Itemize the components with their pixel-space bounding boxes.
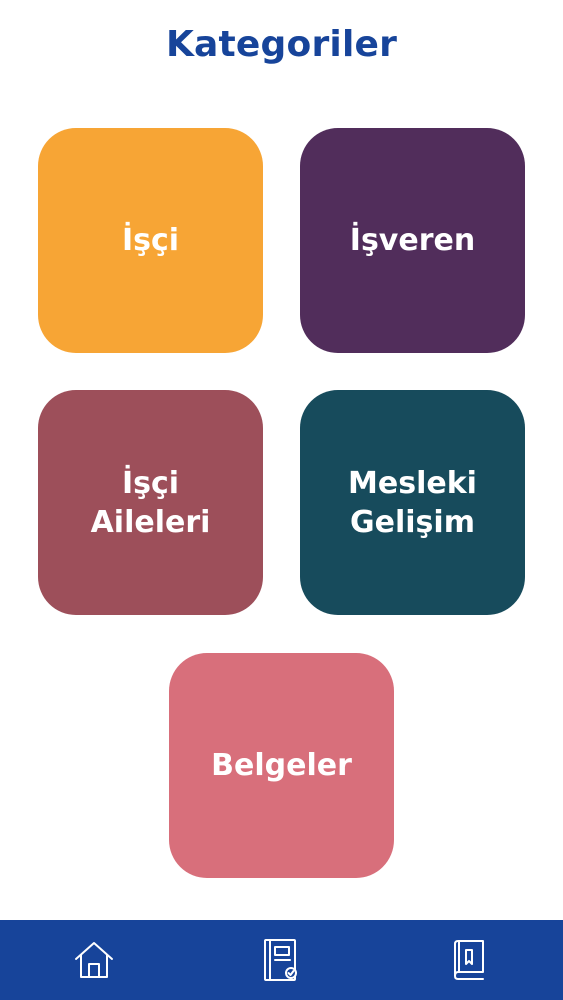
category-label-line1: İşçi — [121, 465, 180, 501]
category-label: İşçi Aileleri — [91, 464, 211, 542]
document-check-icon — [264, 939, 298, 981]
categories-screen: Kategoriler İşçi İşveren İşçi Aileleri M… — [0, 0, 563, 1000]
category-label-line1: İşçi — [121, 223, 180, 258]
bottom-tab-bar — [0, 920, 563, 1000]
category-tile-isci[interactable]: İşçi — [38, 128, 263, 353]
tab-home[interactable] — [44, 920, 144, 1000]
page-title: Kategoriler — [165, 24, 398, 65]
category-label: İşçi — [122, 221, 179, 260]
category-tile-belgeler[interactable]: Belgeler — [169, 653, 394, 878]
category-label-line1: Belgeler — [211, 748, 352, 783]
tab-documents[interactable] — [231, 920, 331, 1000]
category-label-line1: İşveren — [349, 223, 476, 258]
tab-library[interactable] — [419, 920, 519, 1000]
home-icon — [74, 942, 113, 978]
book-icon — [454, 940, 485, 980]
category-tile-isveren[interactable]: İşveren — [300, 128, 525, 353]
category-tile-mesleki-gelisim[interactable]: Mesleki Gelişim — [300, 390, 525, 615]
category-label: İşveren — [350, 221, 475, 260]
category-label: Mesleki Gelişim — [348, 464, 477, 542]
category-label-line2: Aileleri — [90, 504, 211, 540]
category-label: Belgeler — [211, 746, 352, 785]
category-label-line2: Gelişim — [350, 504, 475, 540]
category-tile-isci-aileleri[interactable]: İşçi Aileleri — [38, 390, 263, 615]
category-label-line1: Mesleki — [348, 465, 477, 501]
